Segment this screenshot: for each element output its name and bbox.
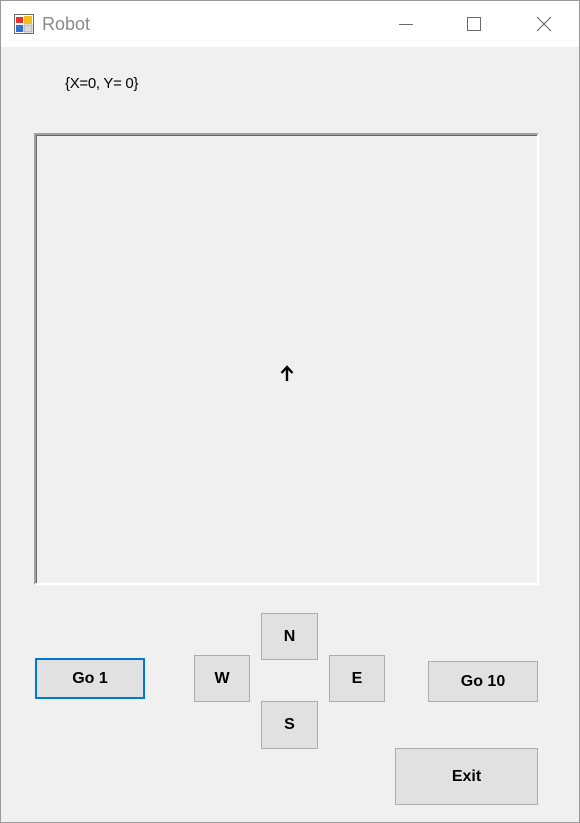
canvas-border	[36, 135, 537, 583]
go-10-button[interactable]: Go 10	[428, 661, 538, 702]
go-1-button[interactable]: Go 1	[35, 658, 145, 699]
close-button[interactable]	[509, 1, 579, 47]
app-icon	[14, 14, 34, 34]
maximize-icon	[467, 17, 481, 31]
arrow-up-icon	[280, 365, 294, 381]
minimize-icon	[399, 24, 413, 25]
exit-button[interactable]: Exit	[395, 748, 538, 805]
robot-canvas	[34, 133, 539, 585]
west-button[interactable]: W	[194, 655, 250, 702]
north-button[interactable]: N	[261, 613, 318, 660]
south-button[interactable]: S	[261, 701, 318, 749]
title-bar[interactable]: Robot	[1, 1, 579, 47]
coordinates-label: {X=0, Y= 0}	[65, 75, 139, 92]
window-title: Robot	[42, 14, 91, 34]
robot-window: Robot {X=0, Y= 0} Go 1 N W E S Go 10 Exi…	[0, 0, 580, 823]
east-button[interactable]: E	[329, 655, 385, 702]
maximize-button[interactable]	[439, 1, 509, 47]
close-icon	[536, 16, 552, 32]
minimize-button[interactable]	[371, 1, 441, 47]
